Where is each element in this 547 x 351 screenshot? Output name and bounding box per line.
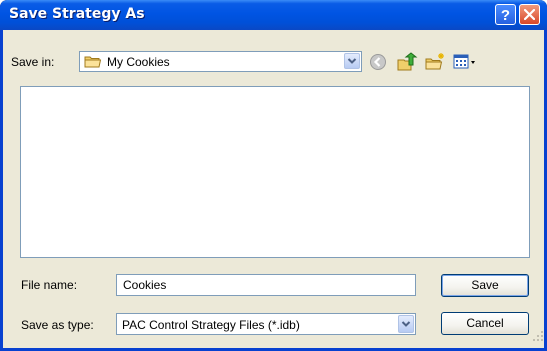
save-button[interactable]: Save bbox=[441, 274, 529, 297]
cancel-button[interactable]: Cancel bbox=[441, 312, 529, 335]
new-folder-icon bbox=[425, 53, 444, 70]
up-folder-icon bbox=[397, 52, 418, 71]
save-as-type-label: Save as type: bbox=[21, 318, 94, 332]
save-in-dropdown[interactable]: My Cookies bbox=[79, 51, 362, 72]
chevron-down-icon bbox=[347, 58, 357, 64]
save-as-type-value: PAC Control Strategy Files (*.idb) bbox=[122, 318, 300, 332]
back-icon bbox=[370, 54, 386, 70]
file-name-label: File name: bbox=[21, 278, 78, 292]
back-button[interactable] bbox=[368, 52, 388, 72]
chevron-down-icon bbox=[401, 321, 411, 327]
views-menu-icon bbox=[453, 54, 475, 69]
file-name-field[interactable] bbox=[116, 274, 416, 296]
save-dialog: Save Strategy As ? Save in: My Cookies F… bbox=[0, 0, 547, 351]
help-icon: ? bbox=[501, 7, 510, 22]
close-button[interactable] bbox=[519, 4, 540, 25]
folder-icon bbox=[84, 56, 102, 68]
save-as-type-dropdown[interactable]: PAC Control Strategy Files (*.idb) bbox=[116, 313, 416, 335]
save-in-label: Save in: bbox=[11, 55, 55, 69]
help-button[interactable]: ? bbox=[495, 4, 516, 25]
window-title: Save Strategy As bbox=[9, 6, 145, 22]
file-name-input[interactable] bbox=[117, 275, 415, 295]
close-icon bbox=[524, 9, 535, 20]
save-as-type-dropdown-button[interactable] bbox=[398, 315, 414, 333]
file-list[interactable] bbox=[20, 86, 530, 258]
new-folder-button[interactable] bbox=[424, 52, 446, 72]
views-menu-button[interactable] bbox=[452, 52, 478, 72]
title-bar[interactable]: Save Strategy As ? bbox=[0, 0, 547, 30]
resize-grip-icon[interactable] bbox=[532, 330, 544, 342]
svg-text:?: ? bbox=[501, 7, 510, 22]
up-folder-button[interactable] bbox=[396, 52, 418, 72]
save-in-dropdown-button[interactable] bbox=[344, 53, 360, 69]
save-in-value: My Cookies bbox=[107, 55, 170, 69]
